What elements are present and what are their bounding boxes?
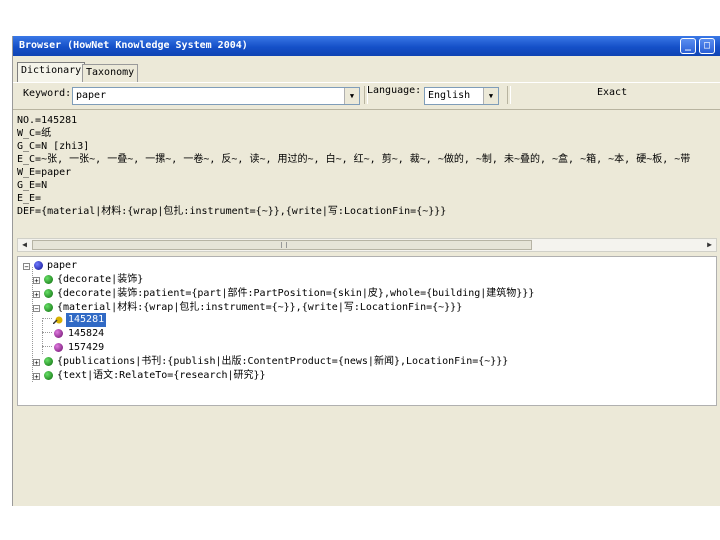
keyword-value[interactable]: paper — [76, 90, 106, 101]
scroll-grip — [281, 242, 287, 248]
tree-connector — [42, 320, 43, 354]
tab-taxonomy[interactable]: Taxonomy — [82, 64, 139, 82]
toolbar-separator — [507, 86, 511, 104]
scroll-right-icon[interactable]: ▶ — [703, 239, 716, 251]
language-dropdown-icon[interactable]: ▼ — [483, 88, 498, 104]
keyword-combobox[interactable]: paper ▼ — [72, 87, 360, 105]
maximize-button[interactable]: □ — [699, 38, 715, 54]
concept-node-icon — [44, 303, 53, 312]
language-label: Language: — [367, 85, 422, 96]
record-detail-panel: NO.=145281 W_C=纸 G_C=N [zhi3] E_C=~张, 一张… — [17, 114, 717, 254]
record-def: DEF={material|材料:{wrap|包扎:instrument={~}… — [17, 206, 447, 217]
concept-node-icon — [44, 371, 53, 380]
exact-button[interactable]: Exact — [597, 87, 627, 98]
keyword-dropdown-icon[interactable]: ▼ — [344, 88, 359, 104]
concept-node-icon — [44, 289, 53, 298]
record-g-e: G_E=N — [17, 180, 48, 191]
record-e-c: E_C=~张, 一张~, 一叠~, 一摞~, 一卷~, 反~, 读~, 用过的~… — [17, 154, 691, 165]
record-w-c: W_C=纸 — [17, 128, 52, 139]
record-w-e: W_E=paper — [17, 167, 72, 178]
tab-strip: Dictionary Taxonomy — [13, 62, 720, 82]
record-node-icon — [54, 343, 63, 352]
title-bar[interactable]: Browser (HowNet Knowledge System 2004) _… — [13, 36, 720, 56]
root-node-icon — [34, 261, 43, 270]
record-no: NO.=145281 — [17, 115, 78, 126]
tree-leaf-label[interactable]: 145824 — [68, 327, 104, 341]
window-title: Browser (HowNet Knowledge System 2004) — [19, 40, 248, 51]
record-e-e: E_E= — [17, 193, 42, 204]
scroll-thumb[interactable] — [32, 240, 532, 250]
tree-item-label[interactable]: {publications|书刊:{publish|出版:ContentProd… — [57, 355, 508, 369]
tree-item-label[interactable]: {material|材料:{wrap|包扎:instrument={~}},{w… — [57, 301, 462, 315]
expand-icon[interactable]: + — [33, 359, 40, 367]
tree-connector — [42, 346, 52, 347]
record-g-c: G_C=N [zhi3] — [17, 141, 90, 152]
tree-root-label[interactable]: paper — [47, 259, 77, 273]
expand-icon[interactable]: + — [33, 277, 40, 285]
tree-item-label[interactable]: {text|语文:RelateTo={research|研究}} — [57, 369, 266, 383]
horizontal-scrollbar[interactable]: ◀ ▶ — [17, 238, 717, 252]
minimize-button[interactable]: _ — [680, 38, 696, 54]
concept-tree[interactable]: − paper + {decorate|装饰} + {decorate|装饰:p… — [17, 256, 717, 406]
tree-leaf-label[interactable]: 145281 — [66, 313, 107, 327]
expand-icon[interactable]: + — [33, 291, 40, 299]
tree-item-label[interactable]: {decorate|装饰:patient={part|部件:PartPositi… — [57, 287, 534, 301]
tree-connector — [42, 318, 52, 319]
browser-window: Browser (HowNet Knowledge System 2004) _… — [12, 36, 720, 506]
collapse-icon[interactable]: − — [23, 263, 30, 271]
language-value[interactable]: English — [428, 90, 470, 101]
keyword-label: Keyword: — [23, 88, 72, 99]
search-toolbar: Keyword: paper ▼ Language: English ▼ Exa… — [13, 82, 720, 110]
scroll-left-icon[interactable]: ◀ — [18, 239, 31, 251]
concept-node-icon — [44, 357, 53, 366]
expand-icon[interactable]: + — [33, 373, 40, 381]
pencil-icon — [53, 316, 63, 324]
tree-item-label[interactable]: {decorate|装饰} — [57, 273, 143, 287]
record-node-icon — [54, 329, 63, 338]
tree-leaf-label[interactable]: 157429 — [68, 341, 104, 355]
language-select[interactable]: English ▼ — [424, 87, 499, 105]
concept-node-icon — [44, 275, 53, 284]
tree-connector — [42, 332, 52, 333]
collapse-icon[interactable]: − — [33, 305, 40, 313]
tab-dictionary[interactable]: Dictionary — [17, 62, 86, 82]
